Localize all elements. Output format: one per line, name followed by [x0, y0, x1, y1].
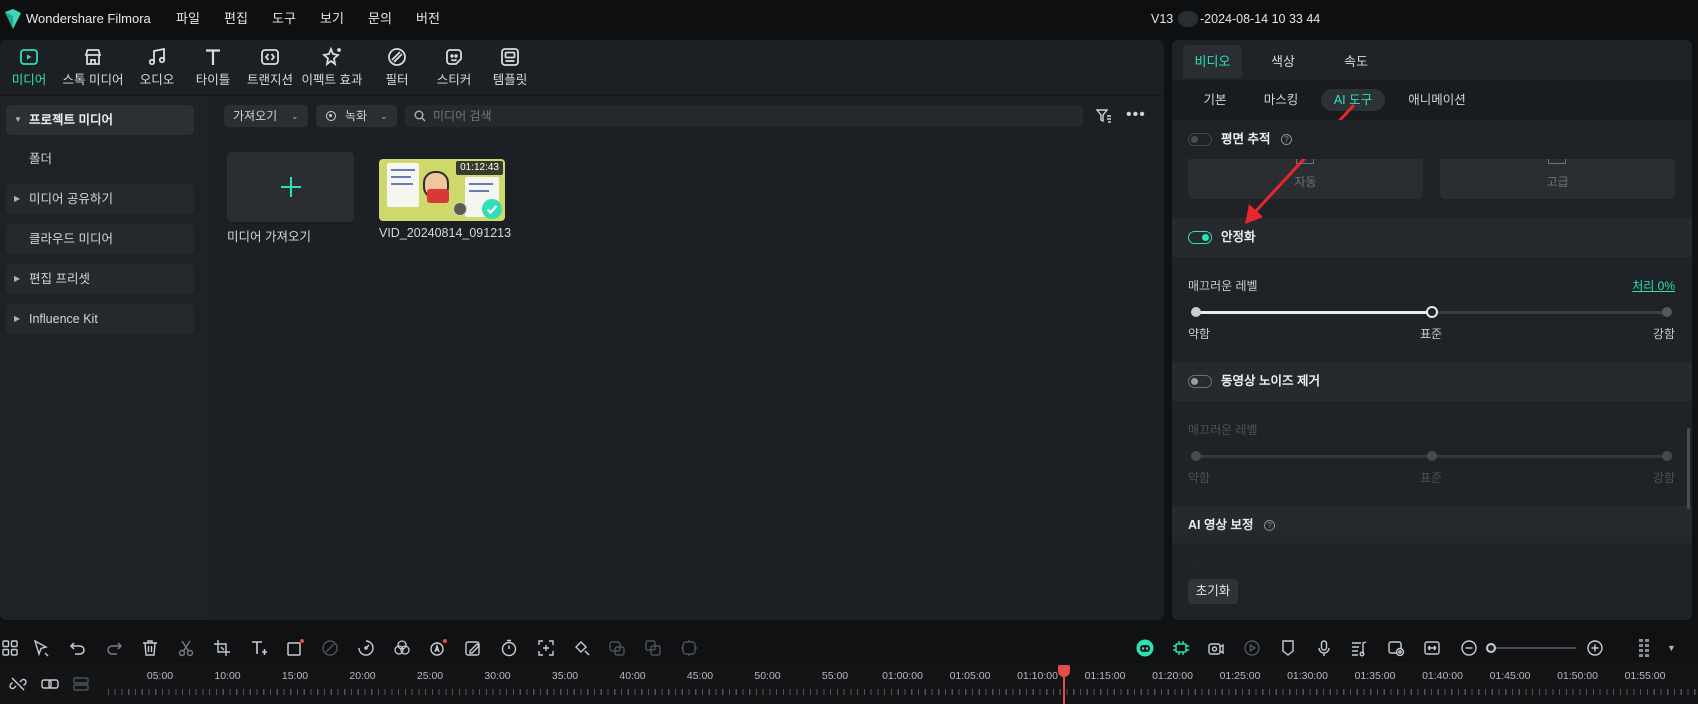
layout-icon[interactable] [1, 639, 19, 657]
marker-icon[interactable] [1279, 639, 1297, 657]
ruler-label: 50:00 [754, 670, 781, 682]
snap-icon[interactable] [1172, 639, 1190, 657]
ruler-label: 10:00 [214, 670, 241, 682]
ruler-label: 01:30:00 [1287, 670, 1328, 682]
preview-quality-icon[interactable] [1387, 639, 1405, 657]
zoom-handle[interactable] [1486, 643, 1496, 653]
ruler-label: 01:50:00 [1557, 670, 1598, 682]
cut-icon[interactable] [177, 639, 195, 657]
planar-tracking-header: 평면 추적 ? [1172, 120, 1692, 159]
smart-crop-icon[interactable] [537, 639, 555, 657]
render-preview-icon[interactable] [1207, 639, 1225, 657]
ruler-ticks [108, 689, 1698, 695]
stabilize-icon[interactable] [608, 639, 626, 657]
track-manager-icon[interactable] [72, 675, 90, 693]
ruler-label: 05:00 [146, 670, 174, 682]
add-track-icon[interactable] [41, 675, 59, 693]
redo-icon[interactable] [105, 639, 123, 657]
zoom-track [1490, 647, 1576, 649]
zoom-out-icon[interactable] [1460, 639, 1478, 657]
delete-icon[interactable] [141, 639, 159, 657]
ruler-label: 40:00 [619, 670, 646, 682]
edit-image-icon[interactable] [464, 639, 482, 657]
keyframe-icon[interactable] [573, 639, 591, 657]
ruler-label: 35:00 [551, 670, 579, 682]
timer-icon[interactable] [500, 639, 518, 657]
planar-tracking-toggle[interactable] [1188, 133, 1212, 146]
ruler-label: 25:00 [416, 670, 444, 682]
ruler-label: 01:05:00 [949, 670, 991, 682]
grid-layout-icon[interactable] [1637, 639, 1655, 657]
chevron-down-icon[interactable]: ▼ [1667, 640, 1676, 656]
ai-tool-icon[interactable] [429, 639, 447, 657]
ruler-label: 01:15:00 [1084, 670, 1126, 682]
ruler-label: 01:20:00 [1152, 670, 1193, 682]
color-icon[interactable] [393, 639, 411, 657]
ruler-label: 30:00 [484, 670, 511, 682]
ruler-label: 01:00:00 [882, 670, 923, 682]
fit-timeline-icon[interactable] [1423, 639, 1441, 657]
microphone-icon[interactable] [1315, 639, 1333, 657]
help-icon[interactable]: ? [1281, 134, 1292, 145]
ruler-label: 01:10:00 [1017, 670, 1058, 682]
freeze-frame-icon[interactable] [680, 639, 698, 657]
play-icon[interactable] [1243, 639, 1261, 657]
ruler-label: 01:40:00 [1422, 670, 1463, 682]
ruler-label: 55:00 [821, 670, 849, 682]
audio-mixer-icon[interactable] [1350, 639, 1368, 657]
undo-icon[interactable] [69, 639, 87, 657]
ai-copilot-icon[interactable] [1136, 639, 1154, 657]
ruler-label: 01:25:00 [1219, 670, 1261, 682]
zoom-slider[interactable] [1486, 640, 1578, 656]
ruler-label: 01:55:00 [1624, 670, 1666, 682]
crop-icon[interactable] [213, 639, 231, 657]
select-tool-icon[interactable] [32, 639, 50, 657]
playhead-handle[interactable] [1058, 665, 1070, 677]
color-match-icon[interactable] [321, 639, 339, 657]
ruler-label: 45:00 [686, 670, 714, 682]
section-title: 평면 추적 [1221, 132, 1271, 146]
text-icon[interactable] [250, 639, 268, 657]
ruler-label: 01:35:00 [1354, 670, 1396, 682]
translate-icon[interactable] [644, 639, 662, 657]
ruler-label: 20:00 [349, 670, 376, 682]
speed-icon[interactable] [357, 639, 375, 657]
zoom-in-icon[interactable] [1586, 639, 1604, 657]
shape-icon[interactable] [286, 639, 304, 657]
ruler-label: 15:00 [281, 670, 309, 682]
unlink-icon[interactable] [9, 675, 27, 693]
annotation-arrow [1245, 103, 1356, 224]
ruler-label: 01:45:00 [1489, 670, 1531, 682]
